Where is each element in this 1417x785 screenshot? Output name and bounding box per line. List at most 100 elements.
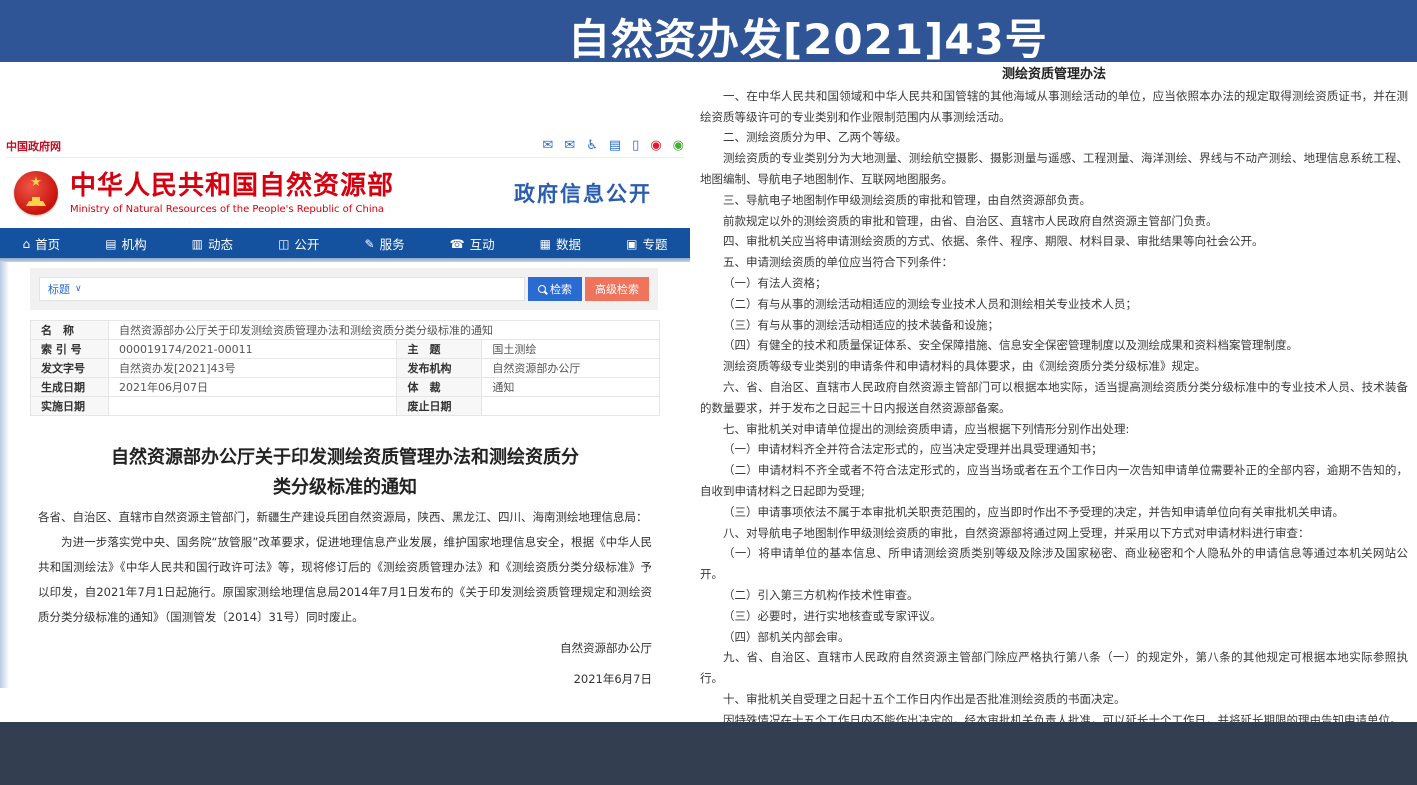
regulation-paragraph: 测绘资质的专业类别分为大地测量、测绘航空摄影、摄影测量与遥感、工程测量、海洋测绘…: [700, 148, 1408, 190]
regulation-paragraph: （四）有健全的技术和质量保证体系、安全保障措施、信息安全保密管理制度以及测绘成果…: [700, 335, 1408, 356]
accessibility-icon[interactable]: ♿: [586, 138, 598, 153]
utility-bar: 中国政府网 ✉ ✉ ♿ ▤ ▯ ◉ ◉: [6, 134, 684, 158]
utility-icons: ✉ ✉ ♿ ▤ ▯ ◉ ◉: [542, 138, 684, 153]
disclosure-icon: [278, 236, 289, 251]
document-number-title: 自然资办发[2021]43号: [568, 6, 1048, 67]
meta-value-genre: 通知: [482, 378, 660, 397]
meta-label-index: 索 引 号: [31, 340, 109, 359]
search-button[interactable]: 检索: [528, 277, 582, 301]
national-emblem-logo: [14, 171, 58, 215]
table-row: 索 引 号 000019174/2021-00011 主 题 国土测绘: [31, 340, 660, 359]
regulation-paragraph: 七、审批机关对申请单位提出的测绘资质申请，应当根据下列情形分别作出处理:: [700, 419, 1408, 440]
mail-icon[interactable]: ✉: [542, 138, 553, 153]
nav-item-organization[interactable]: 机构: [105, 234, 146, 253]
meta-label-name: 名 称: [31, 321, 109, 340]
meta-label-issuer: 发布机构: [397, 359, 482, 378]
page-edge-strip: [0, 258, 9, 688]
search-box: 标题 ∨: [39, 277, 525, 301]
meta-label-genre: 体 裁: [397, 378, 482, 397]
home-icon: [23, 236, 31, 251]
notice-salutation: 各省、自治区、直辖市自然资源主管部门，新疆生产建设兵团自然资源局，陕西、黑龙江、…: [38, 505, 652, 530]
table-row: 生成日期 2021年06月07日 体 裁 通知: [31, 378, 660, 397]
gov-portal-link[interactable]: 中国政府网: [6, 138, 61, 154]
ministry-title-block: 中华人民共和国自然资源部 Ministry of Natural Resourc…: [70, 171, 394, 215]
regulation-paragraph: （三）必要时，进行实地核查或专家评议。: [700, 606, 1408, 627]
interact-icon: [450, 236, 465, 251]
regulation-paragraph: （三）申请事项依法不属于本审批机关职责范围的，应当即时作出不予受理的决定，并告知…: [700, 502, 1408, 523]
regulation-paragraph: 九、省、自治区、直辖市人民政府自然资源主管部门除应严格执行第八条（一）的规定外，…: [700, 647, 1408, 689]
printer-icon[interactable]: ▤: [609, 138, 621, 153]
table-row: 名 称 自然资源部办公厅关于印发测绘资质管理办法和测绘资质分类分级标准的通知: [31, 321, 660, 340]
regulation-paragraph: （二）引入第三方机构作技术性审查。: [700, 585, 1408, 606]
search-input[interactable]: [87, 279, 516, 299]
meta-label-effective: 实施日期: [31, 397, 109, 416]
mail-subscribe-icon[interactable]: ✉: [564, 138, 575, 153]
search-bar: 标题 ∨ 检索 高级检索: [30, 268, 658, 310]
data-icon: [540, 236, 551, 251]
nav-item-data[interactable]: 数据: [540, 234, 581, 253]
meta-label-repeal: 废止日期: [397, 397, 482, 416]
meta-value-created: 2021年06月07日: [108, 378, 397, 397]
ministry-name-cn: 中华人民共和国自然资源部: [70, 171, 394, 201]
chevron-down-icon[interactable]: ∨: [75, 284, 82, 294]
nav-item-service[interactable]: 服务: [365, 234, 405, 253]
nav-item-interact[interactable]: 互动: [450, 234, 495, 253]
nav-item-disclosure[interactable]: 公开: [278, 234, 319, 253]
notice-sign-org: 自然资源部办公厅: [38, 636, 652, 661]
regulation-paragraph: 十、审批机关自受理之日起十五个工作日内作出是否批准测绘资质的书面决定。: [700, 689, 1408, 710]
news-icon: [192, 236, 203, 251]
wechat-icon[interactable]: ◉: [673, 138, 684, 153]
meta-label-subject: 主 题: [397, 340, 482, 359]
service-icon: [365, 236, 375, 251]
regulation-title: 测绘资质管理办法: [700, 65, 1408, 86]
regulation-paragraph: （一）将申请单位的基本信息、所申请测绘资质类别等级及除涉及国家秘密、商业秘密和个…: [700, 543, 1408, 585]
regulation-paragraph: 三、导航电子地图制作甲级测绘资质的审批和管理，由自然资源部负责。: [700, 190, 1408, 211]
slide: 自然资办发[2021]43号 中国政府网 ✉ ✉ ♿ ▤ ▯ ◉ ◉ 中华人民共…: [0, 0, 1417, 785]
notice-sign-date: 2021年6月7日: [38, 667, 652, 692]
document-meta-table: 名 称 自然资源部办公厅关于印发测绘资质管理办法和测绘资质分类分级标准的通知 索…: [30, 320, 660, 416]
meta-label-created: 生成日期: [31, 378, 109, 397]
topic-icon: [626, 236, 637, 251]
meta-value-issuer: 自然资源部办公厅: [482, 359, 660, 378]
regulation-paragraph: 八、对导航电子地图制作甲级测绘资质的审批，自然资源部将通过网上受理，并采用以下方…: [700, 523, 1408, 544]
table-row: 实施日期 废止日期: [31, 397, 660, 416]
nav-item-home[interactable]: 首页: [23, 234, 61, 253]
search-field-select[interactable]: 标题: [48, 281, 70, 297]
notice-paragraph: 为进一步落实党中央、国务院“放管服”改革要求，促进地理信息产业发展，维护国家地理…: [38, 530, 652, 630]
organization-icon: [105, 236, 116, 251]
slide-banner: 自然资办发[2021]43号: [0, 0, 1417, 62]
regulation-paragraph: （二）有与从事的测绘活动相适应的测绘专业技术人员和测绘相关专业技术人员；: [700, 294, 1408, 315]
ministry-website-panel: 中国政府网 ✉ ✉ ♿ ▤ ▯ ◉ ◉ 中华人民共和国自然资源部 Ministr…: [0, 62, 690, 722]
search-icon: [538, 285, 546, 293]
regulation-paragraph: 测绘资质等级专业类别的申请条件和申请材料的具体要求，由《测绘资质分类分级标准》规…: [700, 356, 1408, 377]
notice-title: 自然资源部办公厅关于印发测绘资质管理办法和测绘资质分类分级标准的通知: [110, 443, 580, 503]
meta-value-docnumber: 自然资办发[2021]43号: [108, 359, 397, 378]
regulation-paragraph: （三）有与从事的测绘活动相适应的技术装备和设施；: [700, 315, 1408, 336]
navbar-divider: [0, 258, 690, 262]
gov-info-disclosure-link[interactable]: 政府信息公开: [514, 178, 652, 208]
meta-value-repeal: [482, 397, 660, 416]
regulation-panel: 测绘资质管理办法 一、在中华人民共和国领域和中华人民共和国管辖的其他海域从事测绘…: [690, 62, 1417, 723]
regulation-paragraph: （二）申请材料不齐全或者不符合法定形式的，应当当场或者在五个工作日内一次告知申请…: [700, 460, 1408, 502]
meta-value-index: 000019174/2021-00011: [108, 340, 397, 359]
weibo-icon[interactable]: ◉: [650, 138, 661, 153]
regulation-paragraph: 前款规定以外的测绘资质的审批和管理，由省、自治区、直辖市人民政府自然资源主管部门…: [700, 211, 1408, 232]
regulation-paragraph: 二、测绘资质分为甲、乙两个等级。: [700, 127, 1408, 148]
regulation-body: 一、在中华人民共和国领域和中华人民共和国管辖的其他海域从事测绘活动的单位，应当依…: [700, 86, 1408, 723]
notice-body: 各省、自治区、直辖市自然资源主管部门，新疆生产建设兵团自然资源局，陕西、黑龙江、…: [38, 505, 652, 692]
regulation-paragraph: 四、审批机关应当将申请测绘资质的方式、依据、条件、程序、期限、材料目录、审批结果…: [700, 231, 1408, 252]
site-header: 中华人民共和国自然资源部 Ministry of Natural Resourc…: [14, 162, 676, 224]
mobile-icon[interactable]: ▯: [632, 138, 639, 153]
nav-item-news[interactable]: 动态: [192, 234, 233, 253]
nav-item-topic[interactable]: 专题: [626, 234, 667, 253]
meta-value-name: 自然资源部办公厅关于印发测绘资质管理办法和测绘资质分类分级标准的通知: [108, 321, 659, 340]
regulation-paragraph: 一、在中华人民共和国领域和中华人民共和国管辖的其他海域从事测绘活动的单位，应当依…: [700, 86, 1408, 128]
table-row: 发文字号 自然资办发[2021]43号 发布机构 自然资源部办公厅: [31, 359, 660, 378]
ministry-name-en: Ministry of Natural Resources of the Peo…: [70, 204, 394, 215]
meta-value-effective: [108, 397, 397, 416]
regulation-paragraph: （一）有法人资格；: [700, 273, 1408, 294]
slide-footer-bar: [0, 722, 1417, 785]
regulation-paragraph: 六、省、自治区、直辖市人民政府自然资源主管部门可以根据本地实际，适当提高测绘资质…: [700, 377, 1408, 419]
advanced-search-button[interactable]: 高级检索: [585, 277, 649, 301]
site-navbar: 首页 机构 动态 公开 服务 互动 数据 专题: [0, 228, 690, 258]
